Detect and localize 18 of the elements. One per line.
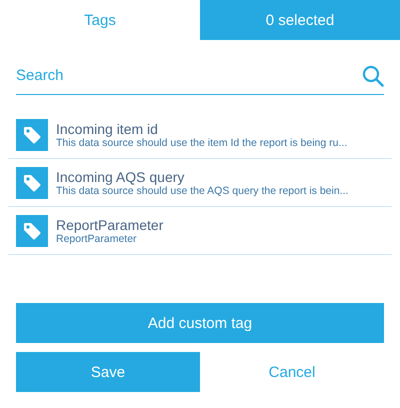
tag-icon [16, 118, 48, 150]
tag-icon [16, 166, 48, 198]
tag-icon [16, 214, 48, 246]
tag-description: ReportParameter [56, 232, 137, 244]
tag-list-item[interactable]: ReportParameter ReportParameter [8, 207, 392, 255]
cancel-button[interactable]: Cancel [200, 352, 384, 392]
tab[interactable]: 0 selected [200, 0, 400, 40]
tag-description: This data source should use the AQS query the report is bein... [56, 184, 348, 196]
add-custom-tag-button[interactable]: Add custom tag [16, 303, 384, 343]
search-field[interactable]: Search [16, 67, 362, 84]
tag-list-item[interactable]: Incoming AQS query This data source should use the AQS query the report is bein... [8, 159, 392, 207]
save-button[interactable]: Save [16, 352, 200, 392]
tag-name: Incoming AQS query [56, 168, 186, 184]
tag-name: Incoming item id [56, 120, 159, 136]
tag-description: This data source should use the item Id the report is being ru... [56, 136, 348, 148]
search-icon[interactable] [362, 64, 384, 86]
tag-list-item[interactable]: Incoming item id This data source should use the item Id the report is being ru... [8, 111, 392, 159]
tag-name: ReportParameter [56, 216, 164, 232]
